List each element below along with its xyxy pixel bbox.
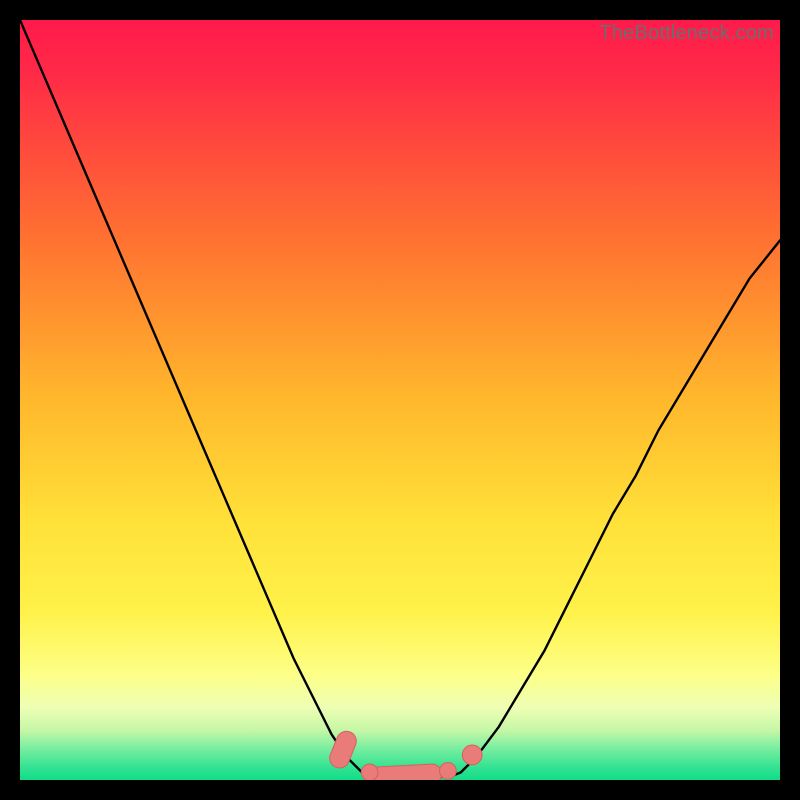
marker-dot bbox=[462, 745, 482, 765]
watermark-text: TheBottleneck.com bbox=[599, 22, 774, 45]
marker-dot bbox=[440, 763, 457, 780]
chart-frame: TheBottleneck.com bbox=[20, 20, 780, 780]
marker-dot bbox=[361, 764, 378, 780]
bottleneck-chart bbox=[20, 20, 780, 780]
gradient-background bbox=[20, 20, 780, 780]
